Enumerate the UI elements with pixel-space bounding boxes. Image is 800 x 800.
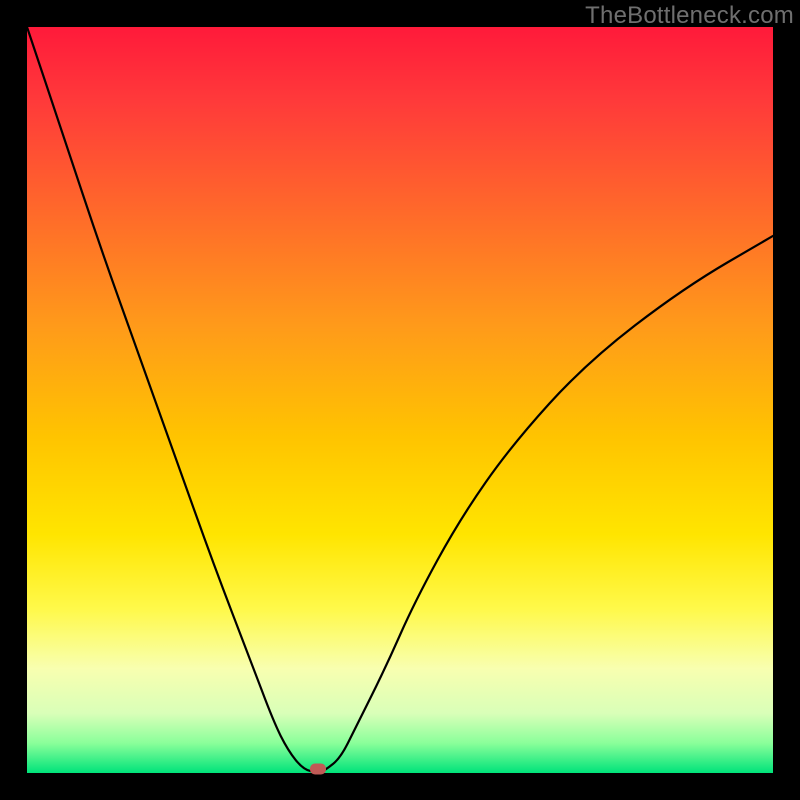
curve-path <box>27 27 773 772</box>
optimal-point-marker <box>310 764 326 775</box>
chart-plot-area <box>27 27 773 773</box>
watermark-text: TheBottleneck.com <box>585 2 794 30</box>
bottleneck-curve-line <box>27 27 773 773</box>
